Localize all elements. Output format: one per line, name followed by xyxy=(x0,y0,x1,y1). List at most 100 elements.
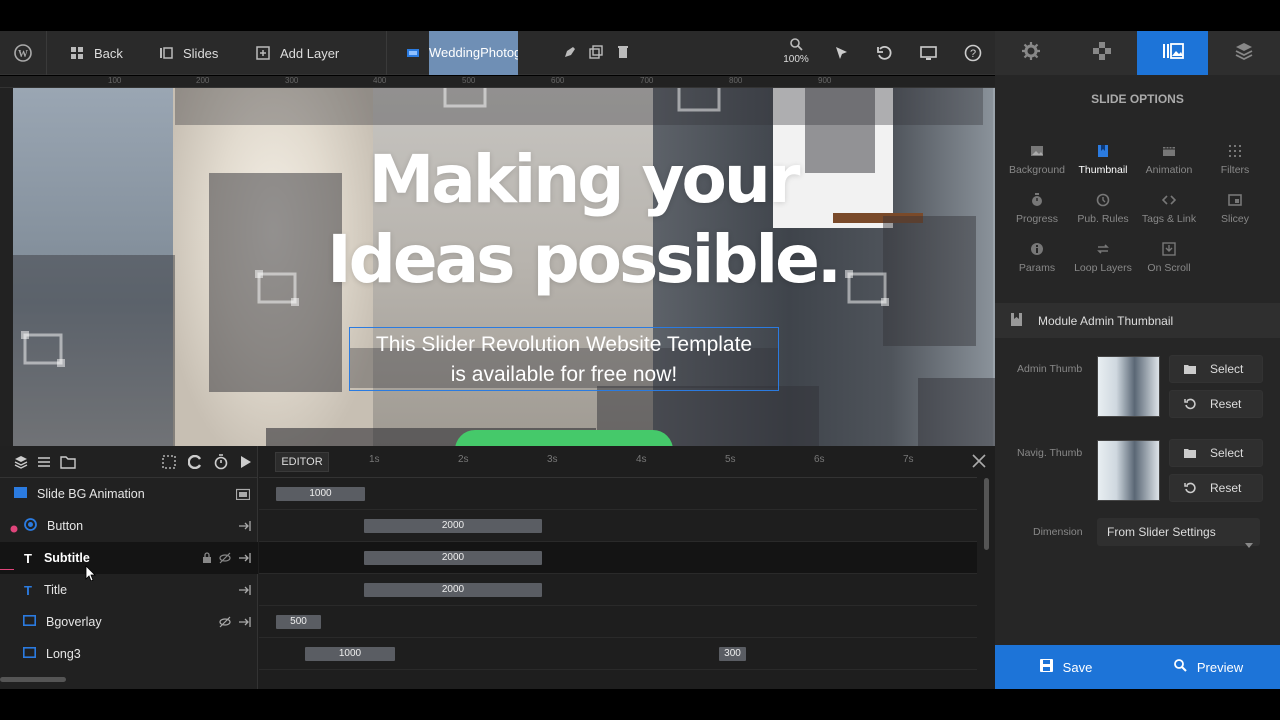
section-module-thumbnail[interactable]: Module Admin Thumbnail xyxy=(995,303,1280,338)
arrow-end-icon[interactable] xyxy=(238,616,252,631)
group-marker-icon[interactable] xyxy=(677,88,721,112)
slide-name-input[interactable]: WeddingPhotog xyxy=(429,31,518,75)
layer-row-title[interactable]: T Title xyxy=(0,574,258,606)
option-animation[interactable]: Animation xyxy=(1136,144,1202,176)
vertical-scrollbar[interactable] xyxy=(984,478,989,550)
option-label: Params xyxy=(1018,262,1056,274)
horizontal-scrollbar[interactable] xyxy=(0,677,66,682)
tab-slide-options[interactable] xyxy=(1137,31,1208,75)
option-loop-layers[interactable]: Loop Layers xyxy=(1070,242,1136,274)
desktop-icon[interactable] xyxy=(920,45,937,61)
timeline-bar[interactable]: 1000 xyxy=(305,647,395,661)
track-row: 1000 xyxy=(259,478,977,510)
trash-icon[interactable] xyxy=(616,45,632,61)
text-layer-icon: T xyxy=(24,582,32,598)
layer-name: Long3 xyxy=(46,647,81,661)
slide-subtitle[interactable]: This Slider Revolution Website Template … xyxy=(349,327,779,391)
navig-reset-button[interactable]: Reset xyxy=(1169,474,1263,502)
visibility-off-icon[interactable] xyxy=(219,616,231,631)
dimension-select[interactable]: From Slider Settings xyxy=(1097,518,1260,548)
option-on-scroll[interactable]: On Scroll xyxy=(1136,242,1202,274)
group-marker-icon[interactable] xyxy=(21,331,65,367)
timeline-bar[interactable]: 2000 xyxy=(364,551,542,565)
film-icon xyxy=(1162,144,1176,158)
option-tags-link[interactable]: Tags & Link xyxy=(1136,193,1202,225)
layer-row-button[interactable]: Button xyxy=(0,510,258,542)
image-icon xyxy=(14,487,27,501)
option-label: Pub. Rules xyxy=(1077,213,1129,225)
group-marker-icon[interactable] xyxy=(443,88,487,108)
slide-button[interactable] xyxy=(455,430,673,446)
ruler-tick: 400 xyxy=(373,76,387,85)
slide-title[interactable]: Making your Ideas possible. xyxy=(283,140,883,300)
layer-row-subtitle[interactable]: T Subtitle xyxy=(0,542,258,574)
layers-icon[interactable] xyxy=(14,455,28,474)
arrow-end-icon[interactable] xyxy=(238,520,252,535)
timeline-bar[interactable]: 2000 xyxy=(364,583,542,597)
shape-layer-icon xyxy=(23,615,36,629)
navig-select-button[interactable]: Select xyxy=(1169,439,1263,467)
track-row: 1000 300 xyxy=(259,638,977,670)
zoom-control[interactable]: 100% xyxy=(779,37,813,65)
tab-settings[interactable] xyxy=(995,31,1066,75)
admin-select-button[interactable]: Select xyxy=(1169,355,1263,383)
option-background[interactable]: Background xyxy=(1004,144,1070,176)
gear-icon xyxy=(1021,41,1041,66)
wordpress-icon[interactable]: W xyxy=(14,44,32,62)
dimension-value: From Slider Settings xyxy=(1107,525,1216,539)
layer-row-long3[interactable]: Long3 xyxy=(0,638,258,670)
visibility-off-icon[interactable] xyxy=(219,552,231,567)
admin-thumb-label: Admin Thumb xyxy=(1017,363,1083,375)
timeline-bar[interactable]: 500 xyxy=(276,615,321,629)
time-mark: 4s xyxy=(636,454,647,465)
button-layer-icon xyxy=(24,518,37,534)
cursor-icon[interactable] xyxy=(833,45,849,61)
option-label: Background xyxy=(1008,164,1066,176)
preview-button[interactable]: Preview xyxy=(1137,645,1280,689)
timeline-bar[interactable]: 300 xyxy=(719,647,746,661)
option-pub-rules[interactable]: Pub. Rules xyxy=(1070,193,1136,225)
option-slicey[interactable]: Slicey xyxy=(1202,193,1268,225)
undo-icon[interactable] xyxy=(876,45,892,61)
option-params[interactable]: Params xyxy=(1004,242,1070,274)
timeline-bar[interactable]: 2000 xyxy=(364,519,542,533)
select-area-icon[interactable] xyxy=(162,455,176,474)
option-thumbnail[interactable]: Thumbnail xyxy=(1070,144,1136,176)
duplicate-icon[interactable] xyxy=(589,45,605,61)
stopwatch-icon[interactable] xyxy=(214,454,228,475)
arrow-end-icon[interactable] xyxy=(238,584,252,599)
slide-canvas[interactable]: Making your Ideas possible. This Slider … xyxy=(13,88,995,446)
option-progress[interactable]: Progress xyxy=(1004,193,1070,225)
lock-icon[interactable] xyxy=(202,552,212,567)
folder-icon[interactable] xyxy=(235,488,251,503)
add-layer-button[interactable]: Add Layer xyxy=(256,31,339,75)
reset-label: Reset xyxy=(1210,397,1242,411)
admin-reset-button[interactable]: Reset xyxy=(1169,390,1263,418)
navig-thumb-label: Navig. Thumb xyxy=(1017,447,1083,459)
layer-row-slide-bg[interactable]: Slide BG Animation xyxy=(0,478,258,510)
tab-layers[interactable] xyxy=(1208,31,1279,75)
play-icon[interactable] xyxy=(240,455,252,474)
clock-icon xyxy=(1096,193,1110,207)
time-ruler[interactable]: 1s 2s 3s 4s 5s 6s 7s xyxy=(259,446,977,478)
option-label: Filters xyxy=(1220,164,1250,176)
tab-navigation[interactable] xyxy=(1066,31,1137,75)
help-icon[interactable]: ? xyxy=(964,44,982,62)
slides-button[interactable]: Slides xyxy=(159,31,218,75)
option-filters[interactable]: Filters xyxy=(1202,144,1268,176)
arrow-end-icon[interactable] xyxy=(238,552,252,567)
edit-icon[interactable] xyxy=(563,45,579,61)
back-label: Back xyxy=(94,45,123,61)
layer-row-bgoverlay[interactable]: Bgoverlay xyxy=(0,606,258,638)
admin-thumb-image[interactable] xyxy=(1097,356,1160,417)
timeline-bar[interactable]: 1000 xyxy=(276,487,365,501)
magnet-icon[interactable] xyxy=(187,454,202,474)
layer-toolbar xyxy=(0,446,258,478)
folder-icon[interactable] xyxy=(60,455,76,474)
list-icon[interactable] xyxy=(37,455,51,474)
back-button[interactable]: Back xyxy=(70,31,123,75)
navig-thumb-image[interactable] xyxy=(1097,440,1160,501)
select-label: Select xyxy=(1210,362,1244,376)
save-button[interactable]: Save xyxy=(995,645,1137,689)
close-icon[interactable] xyxy=(972,454,986,473)
